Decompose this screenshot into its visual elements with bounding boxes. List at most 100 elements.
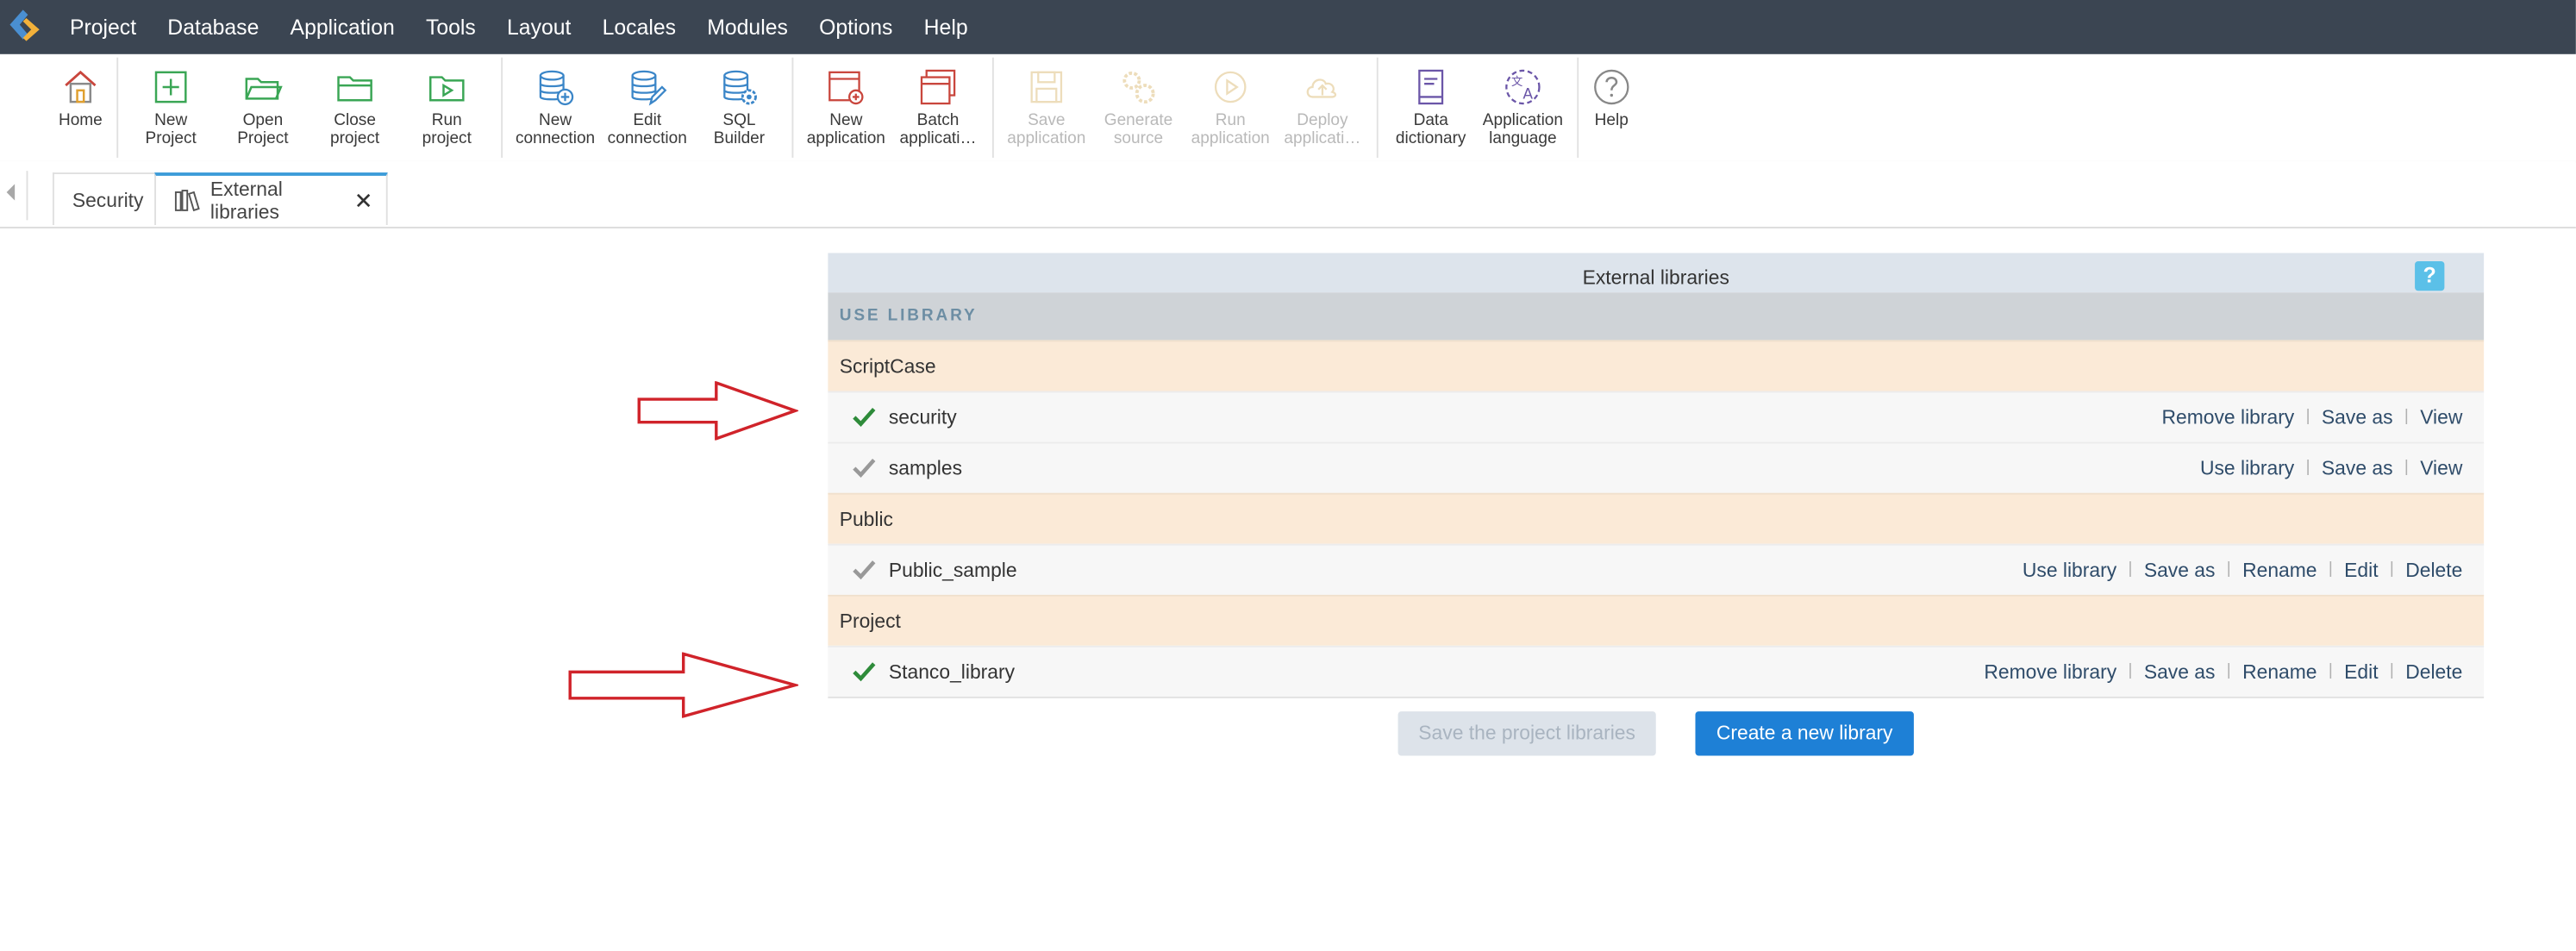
deploy-application-button[interactable]: Deploy applicati… [1277,54,1369,161]
new-project-button[interactable]: New Project [125,54,217,161]
delete-link[interactable]: Delete [2405,648,2462,697]
book-icon [1411,67,1451,107]
home-icon [61,67,101,107]
menu-tools[interactable]: Tools [410,0,491,54]
divider [26,171,28,221]
folder-open-icon [243,67,283,107]
use-library-link[interactable]: Use library [2200,443,2294,492]
library-actions: Use library | Save as | Rename | Edit | … [2023,546,2462,595]
question-circle-icon [1591,67,1631,107]
database-edit-icon [628,67,667,107]
separator: | [2128,560,2133,579]
libraries-icon [174,189,200,212]
separator: | [2328,560,2333,579]
collapse-sidebar-icon[interactable] [6,184,16,201]
rename-link[interactable]: Rename [2242,648,2317,697]
sql-builder-button[interactable]: SQL Builder [693,54,785,161]
group-project: Project [828,594,2485,646]
save-as-link[interactable]: Save as [2322,392,2393,441]
library-name: samples [888,456,963,480]
close-project-label: Close project [329,111,380,148]
home-label: Home [58,111,103,130]
create-new-library-button[interactable]: Create a new library [1695,711,1914,756]
database-gear-icon [720,67,760,107]
help-button[interactable]: Help [1566,54,1658,161]
save-project-libraries-button[interactable]: Save the project libraries [1397,711,1656,756]
separator: | [2128,661,2133,680]
toolbar-separator [116,57,119,158]
library-row-security: security Remove library | Save as | View [828,391,2485,442]
toolbar-separator [791,57,794,158]
toolbar-group-home: Home [34,54,127,161]
view-link[interactable]: View [2420,392,2462,441]
menu-application[interactable]: Application [274,0,410,54]
menu-options[interactable]: Options [803,0,909,54]
application-language-label: Application language [1482,111,1563,148]
use-library-link[interactable]: Use library [2023,546,2116,595]
close-icon[interactable] [355,191,372,210]
new-application-label: New application [806,111,885,148]
menu-help[interactable]: Help [909,0,984,54]
group-public: Public [828,492,2485,544]
menu-bar: Project Database Application Tools Layou… [0,0,2576,54]
tab-security[interactable]: Security [52,172,157,226]
tab-security-label: Security [72,188,144,211]
view-link[interactable]: View [2420,443,2462,492]
data-dictionary-label: Data dictionary [1395,111,1466,148]
tab-external-libraries[interactable]: External libraries [154,172,388,226]
toolbar-group-application: New application Batch applicati… [800,54,984,161]
svg-text:文: 文 [1511,75,1522,89]
menu-modules[interactable]: Modules [691,0,803,54]
remove-library-link[interactable]: Remove library [2161,392,2294,441]
toolbar-group-help: Help [1566,54,1658,161]
play-circle-icon [1210,67,1250,107]
check-icon [853,662,876,682]
menu-database[interactable]: Database [152,0,274,54]
save-application-button[interactable]: Save application [1000,54,1092,161]
remove-library-link[interactable]: Remove library [1984,648,2116,697]
tab-bar: Security External libraries [0,160,2576,228]
menu-project[interactable]: Project [54,0,152,54]
rename-link[interactable]: Rename [2242,546,2317,595]
scriptcase-logo-icon[interactable] [3,3,49,49]
save-as-link[interactable]: Save as [2144,546,2216,595]
separator: | [2226,560,2231,579]
group-scriptcase: ScriptCase [828,340,2485,391]
separator: | [2305,407,2310,426]
separator: | [2389,661,2394,680]
panel-header: External libraries ? [828,253,2485,293]
edit-connection-button[interactable]: Edit connection [601,54,693,161]
run-project-button[interactable]: Run project [401,54,493,161]
edit-link[interactable]: Edit [2344,546,2378,595]
menu-locales[interactable]: Locales [587,0,692,54]
new-connection-label: New connection [515,111,596,148]
separator: | [2328,661,2333,680]
close-project-button[interactable]: Close project [309,54,401,161]
annotation-arrow-icon [637,381,799,441]
toolbar-separator [991,57,994,158]
open-project-button[interactable]: Open Project [217,54,309,161]
toolbar-group-project: New Project Open Project Close project R… [125,54,493,161]
edit-link[interactable]: Edit [2344,648,2378,697]
toolbar-group-database: New connection Edit connection SQL Build… [510,54,785,161]
data-dictionary-button[interactable]: Data dictionary [1385,54,1477,161]
menu-layout[interactable]: Layout [491,0,587,54]
batch-application-button[interactable]: Batch applicati… [892,54,985,161]
generate-source-label: Generate source [1104,111,1173,148]
home-button[interactable]: Home [34,54,127,161]
run-application-button[interactable]: Run application [1185,54,1277,161]
application-language-button[interactable]: 文A Application language [1477,54,1569,161]
new-connection-button[interactable]: New connection [510,54,602,161]
help-button-icon[interactable]: ? [2415,260,2445,291]
plus-box-icon [151,67,191,107]
library-row-public-sample: Public_sample Use library | Save as | Re… [828,543,2485,595]
edit-connection-label: Edit connection [607,111,687,148]
library-name: Public_sample [888,558,1017,582]
generate-source-button[interactable]: Generate source [1092,54,1185,161]
save-as-link[interactable]: Save as [2144,648,2216,697]
save-as-link[interactable]: Save as [2322,443,2393,492]
new-application-button[interactable]: New application [800,54,892,161]
delete-link[interactable]: Delete [2405,546,2462,595]
toolbar-separator [1376,57,1379,158]
run-application-label: Run application [1191,111,1270,148]
